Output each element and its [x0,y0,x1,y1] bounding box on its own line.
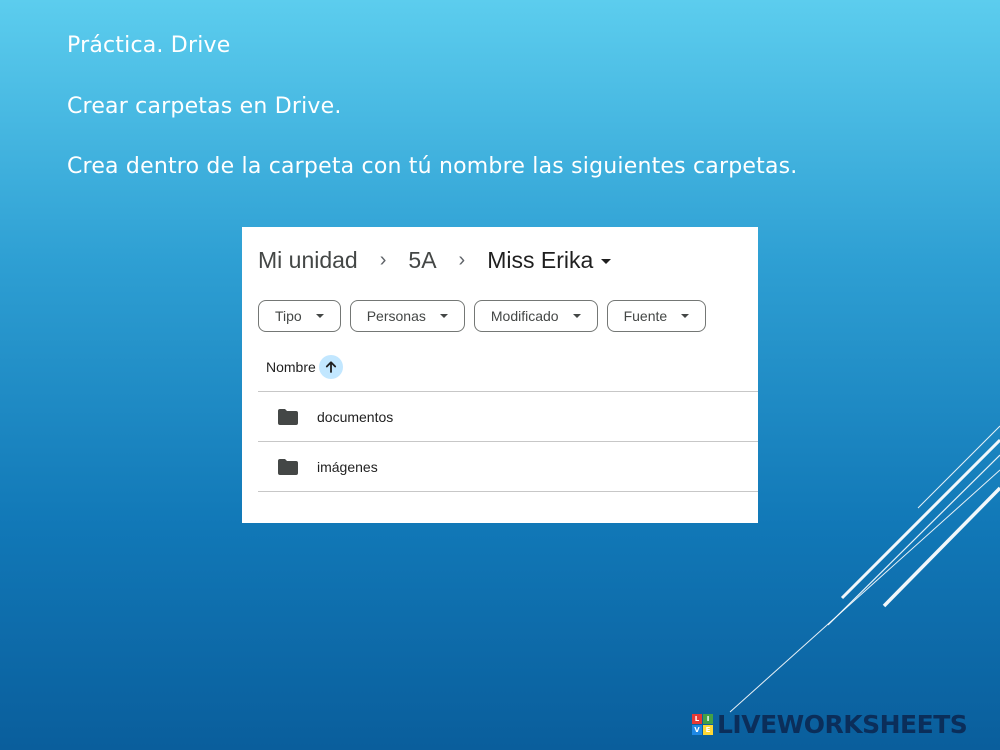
slide-subtitle: Crear carpetas en Drive. [67,94,342,119]
breadcrumb-item-5a[interactable]: 5A [408,247,436,274]
filter-chip-label: Personas [366,308,426,324]
chevron-right-icon: › [458,249,466,271]
column-header-name[interactable]: Nombre [266,355,343,379]
logo-letter: I [703,714,713,724]
breadcrumb-current-label: Miss Erika [487,247,594,273]
chevron-right-icon: › [379,249,387,271]
breadcrumb-current-folder[interactable]: Miss Erika [487,247,612,274]
caret-down-icon [601,259,612,265]
logo-letter: V [692,725,702,735]
slide-instruction: Crea dentro de la carpeta con tú nombre … [67,154,798,179]
caret-down-icon [439,314,448,318]
filter-chip-source[interactable]: Fuente [606,300,707,332]
table-row[interactable]: documentos [258,392,758,442]
liveworksheets-watermark: L I V E LIVEWORKSHEETS [692,710,968,739]
logo-letter: L [692,714,702,724]
arrow-up-icon [325,361,336,373]
filter-chip-label: Tipo [275,308,302,324]
file-name: imágenes [317,459,378,475]
liveworksheets-logo: L I V E [692,714,713,735]
column-header-label: Nombre [266,359,316,375]
slide-title: Práctica. Drive [67,33,231,58]
filter-chip-people[interactable]: Personas [349,300,465,332]
folder-icon [278,409,298,425]
filter-chip-label: Modificado [490,308,559,324]
file-name: documentos [317,409,394,425]
filter-chip-label: Fuente [623,308,668,324]
caret-down-icon [315,314,324,318]
drive-screenshot: Mi unidad › 5A › Miss Erika Tipo Persona… [242,227,758,523]
filter-chip-type[interactable]: Tipo [258,300,341,332]
caret-down-icon [681,314,690,318]
breadcrumb: Mi unidad › 5A › Miss Erika [258,247,612,274]
filter-bar: Tipo Personas Modificado Fuente [258,300,707,332]
caret-down-icon [572,314,581,318]
folder-icon [278,459,298,475]
table-row[interactable]: imágenes [258,442,758,492]
watermark-text: LIVEWORKSHEETS [717,710,968,739]
logo-letter: E [703,725,713,735]
row-divider [258,491,758,492]
breadcrumb-item-my-drive[interactable]: Mi unidad [258,247,358,274]
filter-chip-modified[interactable]: Modificado [473,300,598,332]
sort-ascending-button[interactable] [318,355,343,379]
